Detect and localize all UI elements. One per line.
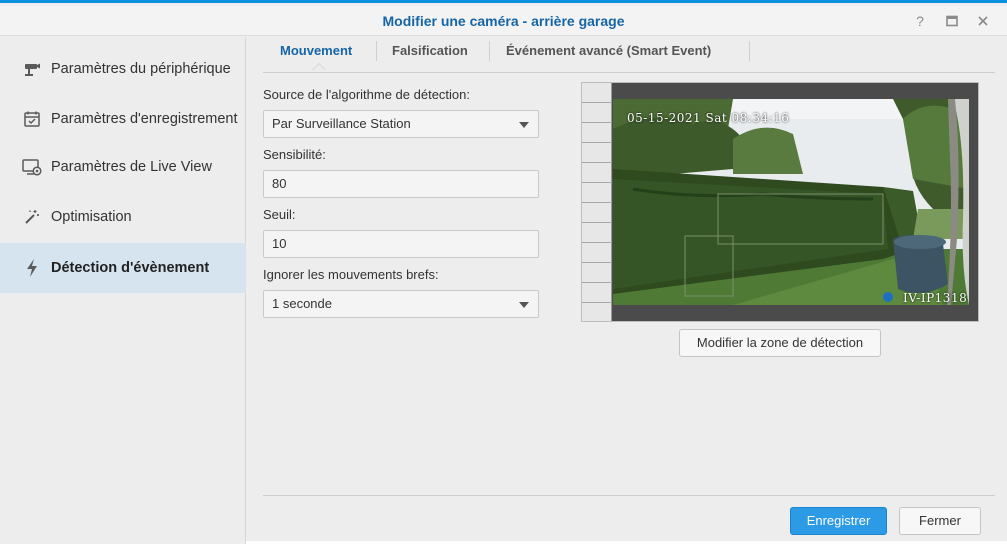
help-icon[interactable]: ? — [912, 13, 928, 29]
threshold-input[interactable]: 10 — [263, 230, 539, 258]
threshold-label: Seuil: — [263, 207, 296, 222]
tab-separator — [489, 41, 490, 61]
sidebar-item-label: Paramètres de Live View — [51, 159, 212, 175]
sensitivity-label: Sensibilité: — [263, 147, 326, 162]
main-panel: Mouvement Falsification Événement avancé… — [247, 37, 1007, 544]
calendar-check-icon — [22, 109, 42, 129]
window-title: Modifier une caméra - arrière garage — [382, 13, 625, 29]
sidebar-item-device-settings[interactable]: Paramètres du périphérique — [0, 47, 246, 91]
active-tab-pointer — [312, 63, 326, 70]
ignore-select[interactable]: 1 seconde — [263, 290, 539, 318]
close-icon[interactable] — [975, 13, 991, 29]
sidebar-item-label: Détection d'évènement — [51, 260, 210, 276]
dialog-window: Modifier une caméra - arrière garage ? P… — [0, 0, 1007, 544]
tab-motion[interactable]: Mouvement — [280, 43, 352, 58]
close-button[interactable]: Fermer — [899, 507, 981, 535]
tab-smart-event[interactable]: Événement avancé (Smart Event) — [506, 43, 711, 58]
source-label: Source de l'algorithme de détection: — [263, 87, 470, 102]
ignore-label: Ignorer les mouvements brefs: — [263, 267, 439, 282]
sensitivity-input[interactable]: 80 — [263, 170, 539, 198]
sidebar-item-event-detection[interactable]: Détection d'évènement — [0, 243, 246, 293]
camera-device-icon — [22, 59, 42, 79]
source-select-value: Par Surveillance Station — [272, 116, 411, 131]
chevron-down-icon — [519, 302, 529, 308]
tab-tampering[interactable]: Falsification — [392, 43, 468, 58]
threshold-value: 10 — [272, 236, 287, 251]
camera-name-overlay: IV-IP1318 — [903, 291, 968, 305]
sidebar: Paramètres du périphérique Paramètres d'… — [0, 37, 246, 544]
tab-bar: Mouvement Falsification Événement avancé… — [263, 37, 995, 73]
sidebar-item-liveview-settings[interactable]: Paramètres de Live View — [0, 147, 246, 187]
maximize-icon[interactable] — [944, 13, 960, 29]
chevron-down-icon — [519, 122, 529, 128]
sidebar-item-label: Optimisation — [51, 209, 132, 225]
sidebar-item-recording-settings[interactable]: Paramètres d'enregistrement — [0, 97, 246, 141]
edit-detection-zone-button[interactable]: Modifier la zone de détection — [679, 329, 881, 357]
lightning-icon — [22, 258, 42, 278]
source-select[interactable]: Par Surveillance Station — [263, 110, 539, 138]
sidebar-item-label: Paramètres du périphérique — [51, 61, 231, 77]
sensitivity-value: 80 — [272, 176, 287, 191]
ignore-select-value: 1 seconde — [272, 296, 332, 311]
footer-divider — [263, 495, 995, 496]
tab-separator — [749, 41, 750, 61]
camera-timestamp: 05-15-2021 Sat 08:34:16 — [627, 111, 790, 125]
magic-wand-icon — [22, 207, 42, 227]
camera-image: 05-15-2021 Sat 08:34:16 IV-IP1318 — [613, 99, 969, 305]
monitor-icon — [22, 157, 42, 177]
tab-separator — [376, 41, 377, 61]
sidebar-item-label: Paramètres d'enregistrement — [51, 111, 238, 127]
title-bar: Modifier une caméra - arrière garage ? — [0, 6, 1007, 36]
sidebar-item-optimization[interactable]: Optimisation — [0, 197, 246, 237]
camera-preview: 05-15-2021 Sat 08:34:16 IV-IP1318 — [581, 82, 979, 322]
save-button[interactable]: Enregistrer — [790, 507, 887, 535]
zone-grid[interactable] — [582, 83, 612, 321]
